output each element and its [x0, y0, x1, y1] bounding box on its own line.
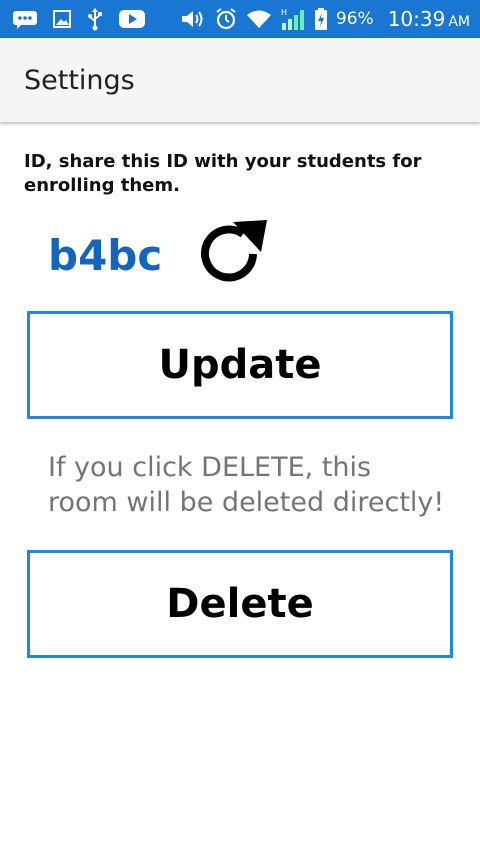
room-id-value: b4bc — [48, 231, 163, 280]
usb-icon — [86, 7, 104, 31]
status-bar: H 96% 10:39 AM — [0, 0, 480, 38]
message-icon — [12, 9, 38, 29]
app-bar: Settings — [0, 38, 480, 122]
update-button-label: Update — [158, 342, 322, 388]
wifi-icon — [246, 9, 272, 29]
clock-ampm: AM — [448, 14, 470, 30]
svg-text:H: H — [281, 8, 287, 17]
refresh-icon — [191, 216, 271, 297]
refresh-id-button[interactable] — [190, 218, 272, 294]
notification-icons — [12, 7, 146, 31]
volume-icon — [180, 8, 206, 30]
image-icon — [52, 9, 72, 29]
clock: 10:39 AM — [388, 7, 470, 31]
page-title: Settings — [24, 64, 135, 96]
delete-button[interactable]: Delete — [27, 550, 453, 658]
update-button[interactable]: Update — [27, 311, 453, 419]
alarm-icon — [214, 7, 238, 31]
signal-icon: H — [280, 7, 306, 31]
system-status: H 96% 10:39 AM — [180, 7, 470, 31]
id-instruction-label: ID, share this ID with your students for… — [24, 151, 422, 196]
delete-warning-text: If you click DELETE, this room will be d… — [48, 452, 445, 518]
battery-percent: 96% — [335, 9, 374, 29]
battery-icon — [314, 7, 328, 31]
youtube-icon — [118, 9, 146, 29]
delete-button-label: Delete — [166, 581, 314, 627]
clock-time: 10:39 — [387, 7, 446, 31]
